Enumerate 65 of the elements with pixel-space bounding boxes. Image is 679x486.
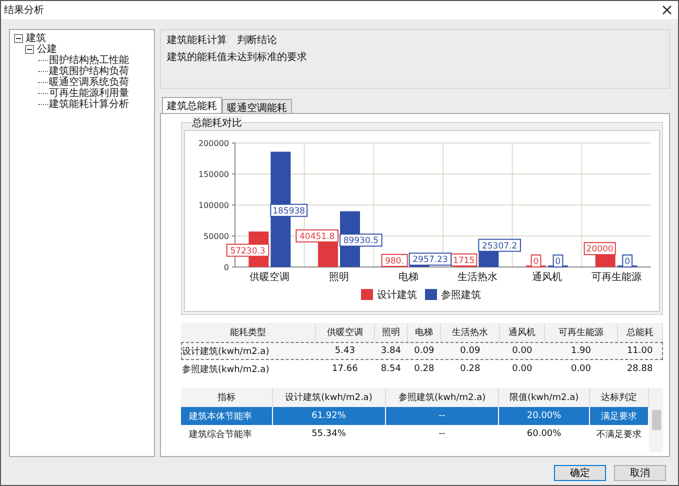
window-title: 结果分析 <box>4 4 44 17</box>
data-label: 185938 <box>272 206 306 216</box>
data-label: 1715 <box>453 256 475 266</box>
table-cell: 11.00 <box>617 342 662 360</box>
group-title: 总能耗对比 <box>192 116 242 130</box>
data-label: 20000 <box>584 242 616 256</box>
legend-label: 参照建筑 <box>441 290 481 301</box>
data-label: 40451.8 <box>296 229 338 242</box>
data-label: 57230.3 <box>230 246 266 256</box>
category-label: 可再生能源 <box>591 272 642 283</box>
category-label: 通风机 <box>532 272 562 283</box>
axis-tick-label: 100000 <box>198 201 229 210</box>
category-label: 供暖空调 <box>250 272 290 283</box>
table-cell: 设计建筑(kwh/m2.a) <box>181 342 316 360</box>
data-label: 0 <box>624 257 630 267</box>
data-label: 980. <box>385 256 404 266</box>
data-label: 20000 <box>586 244 614 255</box>
table-cell: 61.92% <box>272 407 386 425</box>
data-label: 0 <box>533 257 539 267</box>
table-cell: 1.90 <box>544 342 618 360</box>
group-title: 建筑能耗计算 判断结论 <box>167 34 278 47</box>
table-cell: 建筑综合节能率 <box>181 425 272 443</box>
data-label: 25307.2 <box>482 241 518 252</box>
data-label: 89930.5 <box>343 236 378 246</box>
data-label: 57230.3 <box>226 244 270 257</box>
table-cell: 3.84 <box>374 342 408 360</box>
data-label: 980. <box>381 254 408 267</box>
table-cell: 0.00 <box>500 342 545 360</box>
table-cell: 20.00% <box>498 407 590 425</box>
axis-tick-label: 150000 <box>198 170 229 179</box>
conclusion-text: 建筑的能耗值未达到标准的要求 <box>167 50 308 64</box>
legend-label: 设计建筑 <box>377 290 417 301</box>
data-label: 40451.8 <box>300 232 335 242</box>
table-cell: -- <box>385 407 499 425</box>
category-label: 电梯 <box>398 272 418 283</box>
category-label: 照明 <box>329 272 349 283</box>
table-cell: 60.00% <box>498 425 590 443</box>
table-cell: 8.54 <box>374 360 408 378</box>
axis-tick-label: 0 <box>224 263 229 272</box>
table-cell: 0.00 <box>544 360 618 378</box>
table-cell: 建筑本体节能率 <box>181 407 272 425</box>
table-cell: 28.88 <box>617 360 662 378</box>
data-label: 25307.2 <box>478 238 521 252</box>
data-label: 2957.23 <box>408 252 452 266</box>
table-cell: 0.28 <box>408 360 441 378</box>
table-cell: 5.43 <box>316 342 374 360</box>
data-label: 89930.5 <box>340 234 382 247</box>
table-cell: 0.09 <box>408 342 441 360</box>
axis-tick-label: 50000 <box>204 232 229 241</box>
data-label: 185938 <box>270 204 308 217</box>
table-cell: 不满足要求 <box>589 425 648 443</box>
data-label: 0 <box>622 254 633 268</box>
category-label: 生活热水 <box>458 272 498 283</box>
table-cell: 满足要求 <box>589 407 648 425</box>
table-cell: 55.34% <box>272 425 386 443</box>
table-cell: 0.09 <box>440 342 500 360</box>
data-label: 1715 <box>450 253 478 266</box>
axis-tick-label: 200000 <box>198 139 229 148</box>
table-cell: 0.28 <box>440 360 500 378</box>
table-cell: 17.66 <box>316 360 374 378</box>
data-label: 2957.23 <box>412 255 448 266</box>
data-label: 0 <box>555 257 561 267</box>
table-cell: 0.00 <box>500 360 545 378</box>
table-cell: 参照建筑(kwh/m2.a) <box>181 360 316 378</box>
table-cell: -- <box>385 425 499 443</box>
